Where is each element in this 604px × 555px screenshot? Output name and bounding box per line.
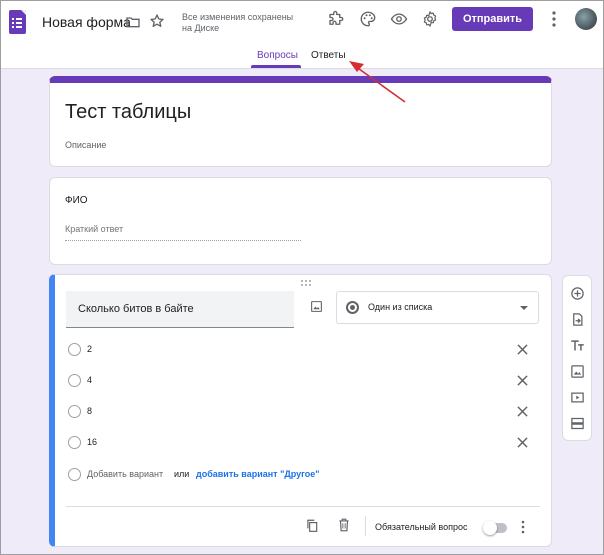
tab-questions[interactable]: Вопросы [257, 50, 298, 61]
active-tab-indicator [251, 65, 301, 68]
add-image-icon[interactable] [570, 364, 585, 379]
side-toolbar [562, 275, 592, 441]
option-row[interactable]: 4 [66, 374, 536, 388]
trash-icon[interactable] [338, 518, 350, 532]
option-row[interactable]: 16 [66, 436, 536, 450]
drag-handle-icon[interactable] [300, 279, 312, 287]
question-title: ФИО [65, 195, 88, 206]
option-row[interactable]: 8 [66, 405, 536, 419]
radio-icon [68, 436, 81, 449]
palette-icon[interactable] [359, 10, 377, 28]
preview-icon[interactable] [390, 10, 408, 28]
app-frame: Новая форма Все изменения сохранены на Д… [0, 0, 604, 555]
question-type-label: Один из списка [368, 302, 433, 312]
avatar[interactable] [575, 8, 597, 30]
annotation-arrow-icon [349, 61, 406, 103]
close-icon[interactable] [517, 406, 528, 417]
or-text: или [174, 469, 190, 479]
vertical-separator [365, 516, 366, 536]
folder-icon[interactable] [125, 14, 141, 30]
star-icon[interactable] [149, 13, 165, 29]
top-header: Новая форма Все изменения сохранены на Д… [1, 1, 603, 69]
option-label[interactable]: 4 [87, 375, 92, 385]
form-title-card[interactable]: Тест таблицы Описание [49, 76, 552, 167]
forms-app-icon[interactable] [9, 10, 26, 34]
close-icon[interactable] [517, 344, 528, 355]
dropdown-arrow-icon [520, 306, 528, 310]
more-vert-icon[interactable] [521, 520, 525, 534]
send-button[interactable]: Отправить [452, 7, 533, 31]
question-card-fio[interactable]: ФИО Краткий ответ [49, 177, 552, 265]
add-section-icon[interactable] [570, 416, 585, 431]
copy-icon[interactable] [305, 518, 319, 533]
short-answer-underline [65, 240, 301, 241]
short-answer-placeholder: Краткий ответ [65, 224, 124, 234]
radio-type-icon [346, 301, 359, 314]
add-title-icon[interactable] [570, 338, 585, 353]
form-title[interactable]: Новая форма [42, 14, 131, 30]
option-label[interactable]: 16 [87, 437, 97, 447]
form-description[interactable]: Описание [65, 140, 106, 150]
add-option-link[interactable]: Добавить вариант [87, 469, 163, 479]
divider [66, 506, 540, 507]
save-status: Все изменения сохранены на Диске [182, 12, 312, 34]
settings-icon[interactable] [421, 10, 439, 28]
option-row[interactable]: 2 [66, 343, 536, 357]
required-label: Обязательный вопрос [375, 522, 468, 532]
add-image-icon[interactable] [310, 300, 323, 313]
form-heading[interactable]: Тест таблицы [65, 101, 191, 124]
question-type-select[interactable]: Один из списка [336, 291, 539, 324]
add-question-icon[interactable] [570, 286, 585, 301]
radio-icon [68, 468, 81, 481]
add-video-icon[interactable] [570, 390, 585, 405]
add-other-link[interactable]: добавить вариант "Другое" [196, 469, 320, 479]
close-icon[interactable] [517, 375, 528, 386]
radio-icon [68, 405, 81, 418]
save-status-line1: Все изменения сохранены [182, 12, 294, 22]
option-label[interactable]: 2 [87, 344, 92, 354]
close-icon[interactable] [517, 437, 528, 448]
save-status-line2: на Диске [182, 23, 220, 33]
more-vert-icon[interactable] [551, 10, 557, 28]
option-label[interactable]: 8 [87, 406, 92, 416]
radio-icon [68, 343, 81, 356]
radio-icon [68, 374, 81, 387]
required-toggle[interactable] [483, 521, 507, 535]
import-questions-icon[interactable] [570, 312, 585, 327]
addons-icon[interactable] [327, 10, 345, 28]
question-card-active[interactable]: Сколько битов в байте Один из списка 2 4… [49, 274, 552, 547]
question-title-input[interactable]: Сколько битов в байте [66, 291, 294, 328]
